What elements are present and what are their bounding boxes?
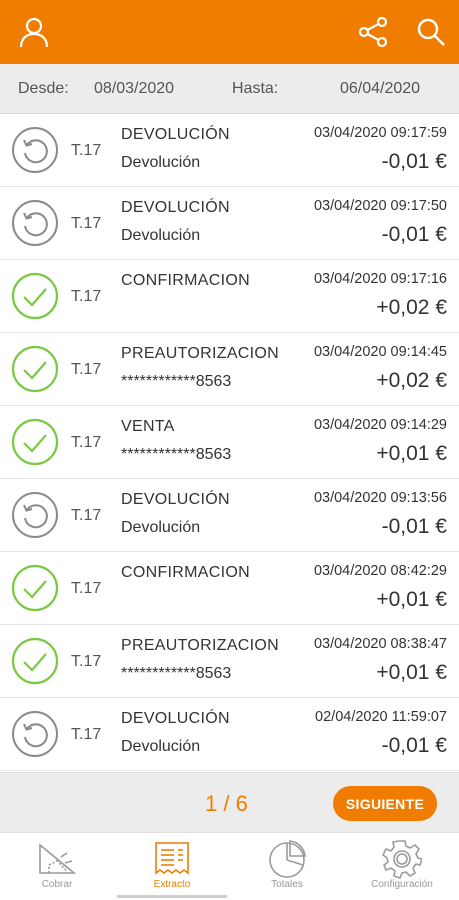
next-page-button[interactable]: SIGUIENTE	[333, 786, 437, 821]
transaction-type: PREAUTORIZACION	[121, 345, 279, 362]
terminal-id: T.17	[71, 580, 102, 597]
transaction-row[interactable]: T.17 CONFIRMACION 03/04/2020 08:42:29 +0…	[0, 552, 459, 625]
transaction-amount: -0,01 €	[381, 734, 447, 757]
to-date[interactable]: 06/04/2020	[340, 80, 420, 98]
transaction-amount: +0,02 €	[376, 369, 447, 392]
terminal-id: T.17	[71, 434, 102, 451]
transaction-row[interactable]: T.17 DEVOLUCIÓN Devolución 03/04/2020 09…	[0, 187, 459, 260]
transaction-amount: +0,02 €	[376, 296, 447, 319]
transaction-type: DEVOLUCIÓN	[121, 491, 230, 508]
date-range-bar: Desde: 08/03/2020 Hasta: 06/04/2020	[0, 64, 459, 114]
transaction-type: DEVOLUCIÓN	[121, 199, 230, 216]
terminal-id: T.17	[71, 653, 102, 670]
terminal-id: T.17	[71, 507, 102, 524]
transaction-row[interactable]: T.17 DEVOLUCIÓN Devolución 03/04/2020 09…	[0, 114, 459, 187]
transaction-date: 03/04/2020 09:17:59	[313, 125, 447, 141]
to-label: Hasta:	[232, 80, 279, 97]
refund-status-icon	[11, 199, 59, 247]
tab-label: Configuración	[371, 879, 433, 890]
transaction-type: VENTA	[121, 418, 175, 435]
active-tab-indicator	[117, 895, 227, 898]
transaction-type: PREAUTORIZACION	[121, 637, 279, 654]
tab-label: Totales	[271, 879, 303, 890]
transaction-date: 03/04/2020 08:38:47	[313, 636, 447, 652]
transaction-row[interactable]: T.17 CONFIRMACION 03/04/2020 09:17:16 +0…	[0, 260, 459, 333]
check-status-icon	[11, 345, 59, 393]
check-status-icon	[11, 272, 59, 320]
check-status-icon	[11, 418, 59, 466]
transaction-amount: +0,01 €	[376, 661, 447, 684]
transaction-desc: Devolución	[121, 738, 201, 755]
transaction-date: 02/04/2020 11:59:07	[315, 709, 447, 725]
transaction-type: CONFIRMACION	[121, 272, 250, 289]
bottom-tab-bar: Cobrar Extracto Totales Configuración	[0, 832, 459, 900]
transaction-date: 03/04/2020 09:17:50	[313, 198, 447, 214]
transaction-date: 03/04/2020 09:14:45	[313, 344, 447, 360]
tab-cobrar[interactable]: Cobrar	[0, 833, 114, 900]
check-status-icon	[11, 564, 59, 612]
share-icon[interactable]	[355, 14, 391, 50]
transaction-desc: Devolución	[121, 519, 201, 536]
tab-label: Extracto	[153, 879, 191, 890]
transaction-date: 03/04/2020 09:13:56	[313, 490, 447, 506]
transaction-desc: ************8563	[121, 446, 232, 463]
tab-extracto[interactable]: Extracto	[115, 833, 229, 900]
refund-status-icon	[11, 126, 59, 174]
transaction-desc: ************8563	[121, 373, 232, 390]
terminal-id: T.17	[71, 726, 102, 743]
transaction-row[interactable]: T.17 PREAUTORIZACION ************8563 03…	[0, 625, 459, 698]
transaction-row[interactable]: T.17 PREAUTORIZACION ************8563 03…	[0, 333, 459, 406]
transaction-type: DEVOLUCIÓN	[121, 126, 230, 143]
terminal-id: T.17	[71, 361, 102, 378]
transaction-amount: -0,01 €	[381, 515, 447, 538]
tab-label: Cobrar	[41, 879, 73, 890]
from-label: Desde:	[18, 80, 69, 97]
user-icon[interactable]	[16, 14, 52, 50]
transaction-desc: Devolución	[121, 227, 201, 244]
refund-status-icon	[11, 710, 59, 758]
from-date[interactable]: 08/03/2020	[94, 80, 174, 98]
terminal-id: T.17	[71, 288, 102, 305]
transaction-row[interactable]: T.17 DEVOLUCIÓN Devolución 02/04/2020 11…	[0, 698, 459, 771]
transaction-row[interactable]: T.17 VENTA ************8563 03/04/2020 0…	[0, 406, 459, 479]
pagination-bar: 1 / 6 SIGUIENTE	[0, 772, 459, 832]
transaction-date: 03/04/2020 08:42:29	[313, 563, 447, 579]
transaction-type: CONFIRMACION	[121, 564, 250, 581]
transaction-desc: ************8563	[121, 665, 232, 682]
transaction-row[interactable]: T.17 DEVOLUCIÓN Devolución 03/04/2020 09…	[0, 479, 459, 552]
gear-icon	[381, 839, 424, 879]
transaction-amount: -0,01 €	[381, 223, 447, 246]
transaction-desc: Devolución	[121, 154, 201, 171]
pie-chart-icon	[267, 839, 307, 879]
transaction-date: 03/04/2020 09:17:16	[313, 271, 447, 287]
check-status-icon	[11, 637, 59, 685]
search-icon[interactable]	[413, 14, 449, 50]
charge-icon	[37, 839, 77, 879]
receipt-icon	[152, 839, 192, 879]
page-indicator: 1 / 6	[205, 791, 248, 816]
app-header	[0, 0, 459, 64]
terminal-id: T.17	[71, 142, 102, 159]
transaction-type: DEVOLUCIÓN	[121, 710, 230, 727]
transaction-amount: -0,01 €	[381, 150, 447, 173]
tab-configuracion[interactable]: Configuración	[345, 833, 459, 900]
transaction-amount: +0,01 €	[376, 588, 447, 611]
terminal-id: T.17	[71, 215, 102, 232]
refund-status-icon	[11, 491, 59, 539]
tab-totales[interactable]: Totales	[230, 833, 344, 900]
transaction-date: 03/04/2020 09:14:29	[313, 417, 447, 433]
transaction-amount: +0,01 €	[376, 442, 447, 465]
